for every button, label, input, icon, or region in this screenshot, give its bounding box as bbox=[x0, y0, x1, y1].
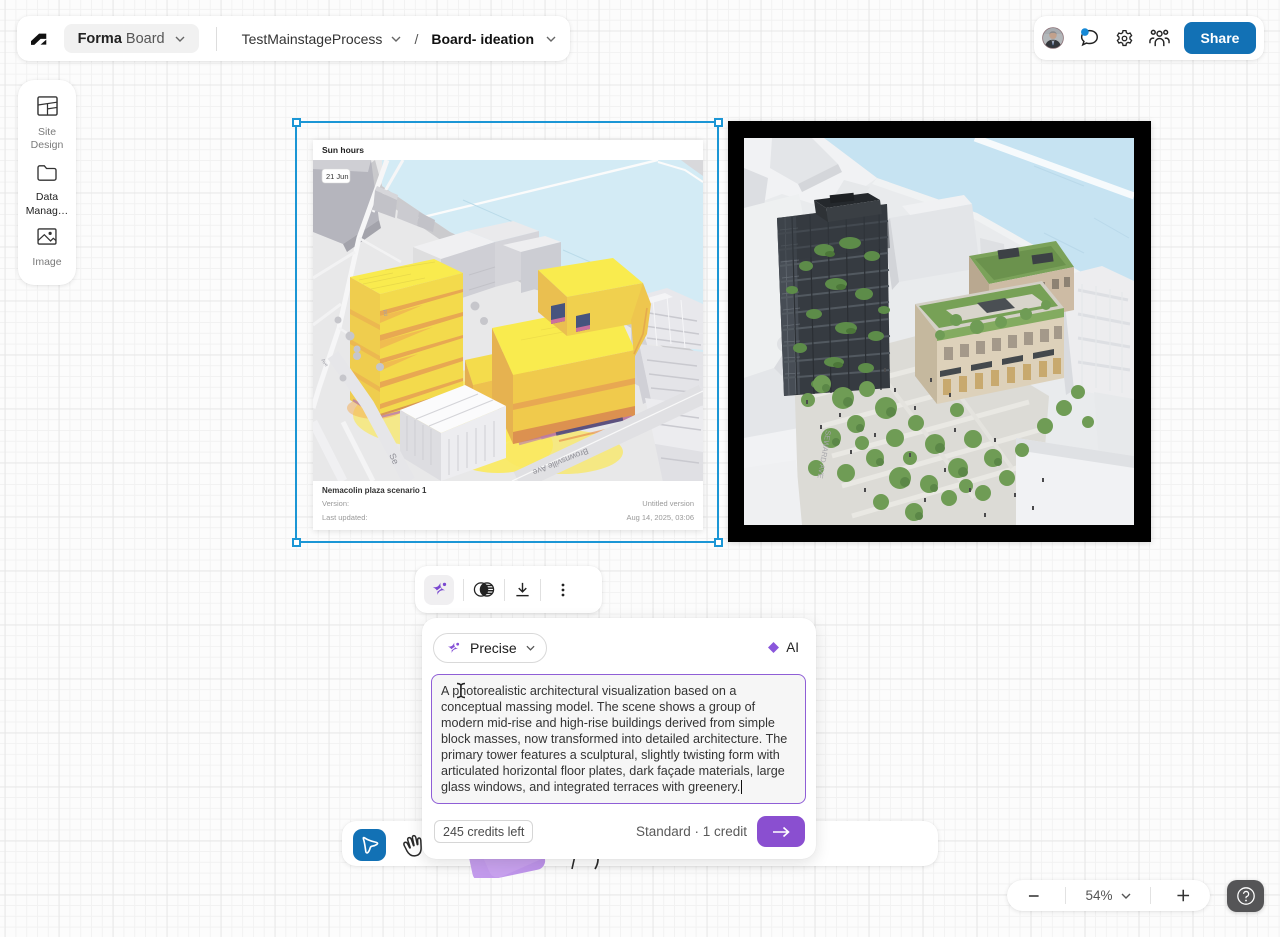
svg-text:21 Jun: 21 Jun bbox=[326, 172, 349, 181]
